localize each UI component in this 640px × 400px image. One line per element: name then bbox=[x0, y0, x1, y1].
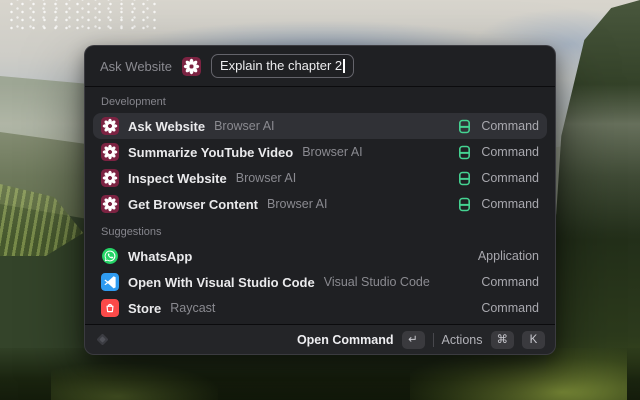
vscode-icon bbox=[101, 273, 119, 291]
item-type: Command bbox=[481, 197, 539, 211]
item-type: Command bbox=[481, 171, 539, 185]
raycast-store-icon bbox=[101, 299, 119, 317]
command-context-label: Ask Website bbox=[100, 58, 173, 74]
k-key-badge: K bbox=[522, 330, 545, 349]
item-type: Command bbox=[481, 119, 539, 133]
ai-command-icon bbox=[457, 119, 472, 134]
return-key-badge: ↵ bbox=[401, 330, 425, 349]
launcher-footer: Open Command ↵ Actions ⌘ K bbox=[85, 324, 555, 354]
item-title: WhatsApp bbox=[128, 248, 193, 264]
ai-command-icon bbox=[457, 197, 472, 212]
item-subtitle: Browser AI bbox=[235, 171, 297, 185]
list-item-store[interactable]: Store Raycast Command bbox=[93, 295, 547, 321]
ai-command-icon bbox=[457, 171, 472, 186]
text-caret bbox=[343, 58, 345, 73]
list-item-get-browser-content[interactable]: Get Browser Content Browser AI Command bbox=[93, 191, 547, 217]
search-input[interactable]: Explain the chapter 2 bbox=[211, 54, 354, 78]
browser-ai-icon bbox=[101, 143, 119, 161]
browser-ai-icon bbox=[101, 117, 119, 135]
list-item-open-with-vscode[interactable]: Open With Visual Studio Code Visual Stud… bbox=[93, 269, 547, 295]
list-item-summarize-youtube-video[interactable]: Summarize YouTube Video Browser AI Comma… bbox=[93, 139, 547, 165]
item-type: Command bbox=[481, 275, 539, 289]
open-command-label: Open Command bbox=[296, 332, 394, 347]
item-title: Store bbox=[128, 300, 162, 316]
item-title: Ask Website bbox=[128, 118, 206, 134]
item-title: Inspect Website bbox=[128, 170, 227, 186]
whatsapp-icon bbox=[101, 247, 119, 265]
item-title: Get Browser Content bbox=[128, 196, 259, 212]
item-type: Application bbox=[477, 249, 539, 263]
browser-ai-icon bbox=[101, 169, 119, 187]
section-title-development: Development bbox=[101, 96, 166, 108]
ai-command-icon bbox=[457, 145, 472, 160]
item-subtitle: Visual Studio Code bbox=[323, 275, 430, 289]
item-type: Command bbox=[481, 301, 539, 315]
launcher-header: Ask Website Explain the chapter 2 bbox=[85, 46, 555, 87]
item-type: Command bbox=[481, 145, 539, 159]
item-title: Open With Visual Studio Code bbox=[128, 274, 315, 290]
browser-ai-icon bbox=[101, 195, 119, 213]
item-title: Summarize YouTube Video bbox=[128, 144, 294, 160]
browser-ai-icon bbox=[182, 57, 201, 76]
cmd-key-badge: ⌘ bbox=[490, 330, 514, 349]
open-command-button[interactable]: Open Command ↵ bbox=[296, 330, 425, 349]
search-input-value: Explain the chapter 2 bbox=[220, 58, 343, 73]
item-subtitle: Browser AI bbox=[267, 197, 328, 211]
item-subtitle: Browser AI bbox=[214, 119, 275, 133]
item-subtitle: Raycast bbox=[170, 301, 216, 315]
list-item-inspect-website[interactable]: Inspect Website Browser AI Command bbox=[93, 165, 547, 191]
item-subtitle: Browser AI bbox=[302, 145, 363, 159]
list-item-ask-website[interactable]: Ask Website Browser AI Command bbox=[93, 113, 547, 139]
actions-button[interactable]: Actions ⌘ K bbox=[441, 330, 545, 349]
actions-label: Actions bbox=[441, 332, 483, 347]
list-item-whatsapp[interactable]: WhatsApp Application bbox=[93, 243, 547, 269]
footer-divider bbox=[432, 332, 434, 347]
results-list: Development Ask Website Browser AI Comma… bbox=[85, 87, 555, 324]
section-title-suggestions: Suggestions bbox=[101, 226, 162, 238]
raycast-launcher-window: Ask Website Explain the chapter 2 Develo… bbox=[84, 45, 556, 355]
raycast-diamond-icon bbox=[95, 332, 110, 347]
